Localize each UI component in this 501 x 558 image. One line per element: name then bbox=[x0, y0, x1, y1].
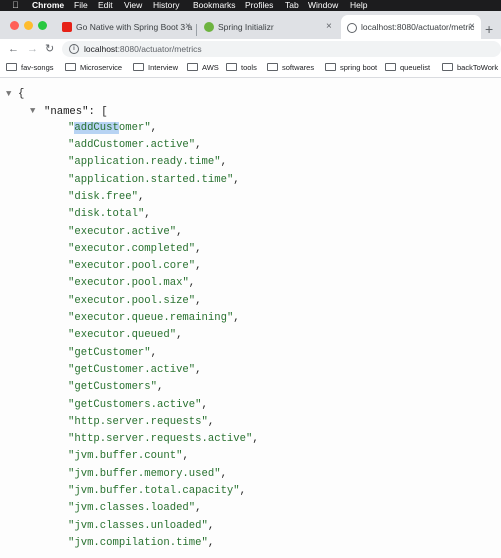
folder-icon bbox=[325, 63, 336, 71]
folder-icon bbox=[65, 63, 76, 71]
apple-icon[interactable]:  bbox=[12, 0, 19, 11]
json-value[interactable]: "jvm.classes.unloaded", bbox=[68, 518, 214, 534]
json-value[interactable]: "addCustomer", bbox=[68, 120, 157, 136]
bookmarks-bar: fav-songs Microservice Interview AWS too… bbox=[0, 59, 501, 78]
bookmark-fav-songs[interactable]: fav-songs bbox=[6, 59, 54, 77]
json-open-brace: { bbox=[18, 88, 25, 100]
json-value[interactable]: "addCustomer.active", bbox=[68, 137, 202, 153]
url-text[interactable]: localhost:8080/actuator/metrics bbox=[84, 41, 202, 57]
json-value[interactable]: "jvm.classes.loaded", bbox=[68, 500, 202, 516]
json-value[interactable]: "getCustomer.active", bbox=[68, 362, 202, 378]
bookmark-backtowork[interactable]: backToWork bbox=[442, 59, 498, 77]
bookmark-queuelist[interactable]: queuelist bbox=[385, 59, 430, 77]
bookmark-aws[interactable]: AWS bbox=[187, 59, 219, 77]
collapse-caret-icon[interactable]: ▼ bbox=[30, 106, 35, 116]
forward-arrow-icon[interactable]: → bbox=[27, 41, 38, 57]
json-value[interactable]: "executor.pool.max", bbox=[68, 275, 195, 291]
folder-icon bbox=[267, 63, 278, 71]
json-value[interactable]: "disk.free", bbox=[68, 189, 144, 205]
close-tab-icon[interactable]: × bbox=[185, 15, 191, 39]
json-value[interactable]: "getCustomers.active", bbox=[68, 397, 208, 413]
tab-youtube[interactable]: Go Native with Spring Boot 3 a × bbox=[58, 15, 194, 39]
minimize-window-button[interactable] bbox=[24, 21, 33, 30]
json-value[interactable]: "executor.queue.remaining", bbox=[68, 310, 240, 326]
folder-icon bbox=[6, 63, 17, 71]
json-array-open: : [ bbox=[88, 106, 108, 118]
youtube-icon bbox=[62, 22, 72, 32]
menu-history[interactable]: History bbox=[153, 0, 179, 11]
spring-icon bbox=[204, 22, 214, 32]
close-tab-icon[interactable]: × bbox=[326, 15, 332, 39]
json-value[interactable]: "jvm.buffer.count", bbox=[68, 448, 189, 464]
back-arrow-icon[interactable]: ← bbox=[8, 41, 19, 57]
tab-spring-initializr[interactable]: Spring Initializr × bbox=[200, 15, 335, 39]
json-value[interactable]: "http.server.requests.active", bbox=[68, 431, 259, 447]
bookmark-microservice[interactable]: Microservice bbox=[65, 59, 122, 77]
bookmark-spring-boot[interactable]: spring boot bbox=[325, 59, 377, 77]
bookmark-softwares[interactable]: softwares bbox=[267, 59, 314, 77]
json-key-line: "names": [ bbox=[44, 104, 108, 120]
selected-text: addCust bbox=[74, 122, 119, 134]
menu-tab[interactable]: Tab bbox=[285, 0, 299, 11]
browser-toolbar: ← → ↻ i localhost:8080/actuator/metrics bbox=[0, 39, 501, 59]
menu-file[interactable]: File bbox=[74, 0, 88, 11]
json-value[interactable]: "executor.pool.size", bbox=[68, 293, 202, 309]
menu-help[interactable]: Help bbox=[350, 0, 367, 11]
zoom-window-button[interactable] bbox=[38, 21, 47, 30]
close-tab-icon[interactable]: × bbox=[469, 15, 475, 39]
address-bar[interactable]: i localhost:8080/actuator/metrics bbox=[62, 41, 501, 57]
json-value[interactable]: "application.started.time", bbox=[68, 172, 240, 188]
site-info-icon[interactable]: i bbox=[69, 44, 79, 54]
json-value[interactable]: "executor.pool.core", bbox=[68, 258, 202, 274]
menu-edit[interactable]: Edit bbox=[98, 0, 113, 11]
folder-icon bbox=[187, 63, 198, 71]
json-value[interactable]: "jvm.buffer.memory.used", bbox=[68, 466, 227, 482]
bookmark-tools[interactable]: tools bbox=[226, 59, 257, 77]
folder-icon bbox=[385, 63, 396, 71]
json-value[interactable]: "jvm.compilation.time", bbox=[68, 535, 214, 551]
close-window-button[interactable] bbox=[10, 21, 19, 30]
tab-strip: Go Native with Spring Boot 3 a × Spring … bbox=[0, 11, 501, 39]
json-value[interactable]: "jvm.buffer.total.capacity", bbox=[68, 483, 246, 499]
tab-title: Go Native with Spring Boot 3 a bbox=[76, 22, 193, 32]
json-value[interactable]: "http.server.requests", bbox=[68, 414, 214, 430]
json-value[interactable]: "getCustomers", bbox=[68, 379, 163, 395]
collapse-caret-icon[interactable]: ▼ bbox=[6, 89, 11, 99]
globe-icon bbox=[347, 23, 357, 33]
json-key-names: "names" bbox=[44, 106, 89, 118]
menu-app-name[interactable]: Chrome bbox=[32, 0, 64, 11]
json-value[interactable]: "getCustomer", bbox=[68, 345, 157, 361]
json-value[interactable]: "executor.active", bbox=[68, 224, 182, 240]
json-value[interactable]: "application.ready.time", bbox=[68, 154, 227, 170]
json-value[interactable]: "disk.total", bbox=[68, 206, 151, 222]
menu-view[interactable]: View bbox=[124, 0, 142, 11]
json-value[interactable]: "executor.queued", bbox=[68, 327, 182, 343]
menu-bookmarks[interactable]: Bookmarks bbox=[193, 0, 236, 11]
tab-title: Spring Initializr bbox=[218, 22, 274, 32]
json-viewer[interactable]: ▼ { ▼ "names": [ "addCustomer", "addCust… bbox=[0, 78, 501, 558]
new-tab-button[interactable]: + bbox=[485, 22, 493, 36]
folder-icon bbox=[133, 63, 144, 71]
json-value[interactable]: "executor.completed", bbox=[68, 241, 202, 257]
tab-actuator-metrics[interactable]: localhost:8080/actuator/metric × bbox=[341, 15, 481, 39]
tab-title: localhost:8080/actuator/metric bbox=[361, 22, 475, 32]
bookmark-interview[interactable]: Interview bbox=[133, 59, 178, 77]
tab-divider bbox=[196, 24, 197, 36]
menu-window[interactable]: Window bbox=[308, 0, 338, 11]
folder-icon bbox=[442, 63, 453, 71]
menu-profiles[interactable]: Profiles bbox=[245, 0, 273, 11]
reload-icon[interactable]: ↻ bbox=[45, 41, 54, 57]
folder-icon bbox=[226, 63, 237, 71]
mac-menu-bar:  Chrome File Edit View History Bookmark… bbox=[0, 0, 501, 11]
